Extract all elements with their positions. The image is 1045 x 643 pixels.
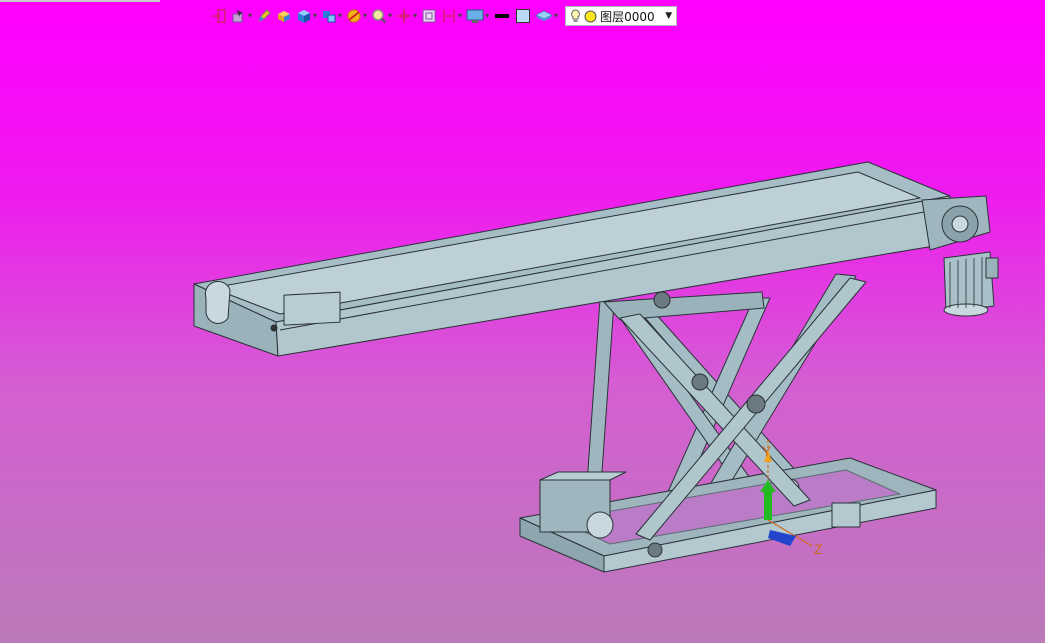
chevron-down-icon[interactable]: ▾ bbox=[388, 12, 392, 20]
snap-select-button[interactable]: ▾ bbox=[230, 6, 253, 26]
layer-stack-icon bbox=[535, 10, 553, 21]
conveyor-body bbox=[193, 161, 951, 357]
chevron-down-icon[interactable]: ▾ bbox=[338, 12, 342, 20]
display-button[interactable]: ▾ bbox=[465, 6, 490, 26]
bulb-icon bbox=[571, 9, 580, 22]
layer-manager-button[interactable]: ▾ bbox=[534, 6, 559, 26]
chevron-down-icon[interactable]: ▾ bbox=[363, 12, 367, 20]
solid-box-button[interactable] bbox=[275, 6, 293, 26]
exit-button[interactable] bbox=[210, 6, 228, 26]
render-cube-icon bbox=[298, 10, 311, 23]
sketch-button[interactable] bbox=[255, 6, 273, 26]
z-axis-label: Z bbox=[814, 541, 823, 557]
y-axis-arrow bbox=[764, 490, 772, 520]
y-axis-label: Y bbox=[762, 443, 772, 459]
line-color-button[interactable] bbox=[492, 6, 512, 26]
chevron-down-icon[interactable]: ▾ bbox=[413, 12, 417, 20]
solid-box-icon bbox=[278, 11, 291, 22]
layer-name: 图层0000 bbox=[600, 9, 655, 24]
zoom-button[interactable]: ▾ bbox=[370, 6, 393, 26]
fill-color-icon bbox=[516, 9, 531, 23]
render-mode-button[interactable]: ▾ bbox=[295, 6, 318, 26]
line-color-icon bbox=[495, 14, 510, 18]
move-axis-icon bbox=[397, 9, 412, 23]
chevron-down-icon[interactable]: ▾ bbox=[248, 12, 252, 20]
dimension-button[interactable]: ▾ bbox=[440, 6, 463, 26]
chevron-down-icon[interactable]: ▼ bbox=[665, 11, 672, 21]
window-top-edge bbox=[0, 0, 160, 2]
zoom-icon bbox=[372, 9, 387, 24]
fit-frame-button[interactable] bbox=[420, 6, 438, 26]
section-view-button[interactable]: ▾ bbox=[345, 6, 368, 26]
view-orient-button[interactable]: ▾ bbox=[320, 6, 343, 26]
yellow-circle-icon bbox=[584, 10, 597, 22]
exit-icon bbox=[212, 9, 226, 23]
fill-color-button[interactable] bbox=[514, 6, 532, 26]
chevron-down-icon[interactable]: ▾ bbox=[458, 12, 462, 20]
snap-select-icon bbox=[232, 10, 243, 23]
dimension-icon bbox=[443, 10, 455, 22]
conveyor-assembly bbox=[193, 161, 999, 573]
view-toolbar: ▾ ▾ ▾ ▾ ▾ ▾ ▾ ▾ ▾ 图层0000 ▼ bbox=[210, 5, 678, 27]
layer-select[interactable]: 图层0000 ▼ bbox=[565, 6, 678, 26]
view-orient-icon bbox=[323, 11, 336, 23]
section-view-icon bbox=[347, 9, 361, 23]
gear-motor bbox=[921, 195, 999, 317]
model-viewport[interactable]: Y Z bbox=[0, 28, 1045, 643]
move-axis-button[interactable]: ▾ bbox=[395, 6, 418, 26]
display-monitor-icon bbox=[466, 9, 484, 23]
chevron-down-icon[interactable]: ▾ bbox=[313, 12, 317, 20]
sketch-pen-icon bbox=[258, 9, 271, 22]
fit-frame-icon bbox=[422, 9, 436, 23]
chevron-down-icon[interactable]: ▾ bbox=[485, 12, 489, 20]
chevron-down-icon[interactable]: ▾ bbox=[554, 12, 558, 20]
